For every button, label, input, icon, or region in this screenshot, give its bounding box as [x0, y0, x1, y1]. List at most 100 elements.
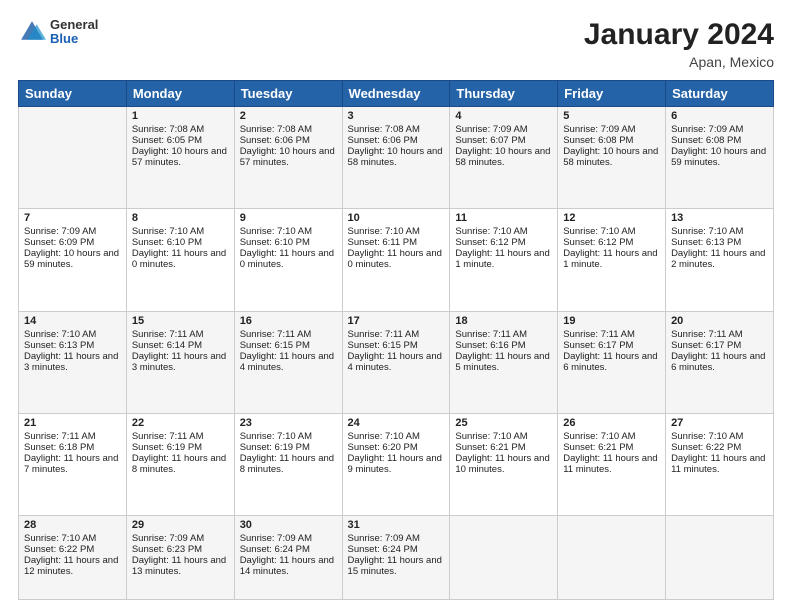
daylight-text: Daylight: 10 hours and 59 minutes.: [671, 146, 768, 168]
sunrise-text: Sunrise: 7:08 AM: [240, 124, 337, 135]
daylight-text: Daylight: 11 hours and 3 minutes.: [24, 351, 121, 373]
sunrise-text: Sunrise: 7:11 AM: [132, 329, 229, 340]
sunrise-text: Sunrise: 7:11 AM: [24, 431, 121, 442]
daylight-text: Daylight: 11 hours and 9 minutes.: [348, 453, 445, 475]
day-number: 16: [240, 315, 337, 327]
day-cell: 8Sunrise: 7:10 AMSunset: 6:10 PMDaylight…: [126, 209, 234, 311]
day-number: 3: [348, 110, 445, 122]
logo-text: General Blue: [50, 18, 98, 47]
col-header-tuesday: Tuesday: [234, 81, 342, 107]
day-cell: 2Sunrise: 7:08 AMSunset: 6:06 PMDaylight…: [234, 107, 342, 209]
day-cell: 3Sunrise: 7:08 AMSunset: 6:06 PMDaylight…: [342, 107, 450, 209]
sunset-text: Sunset: 6:07 PM: [455, 135, 552, 146]
sunset-text: Sunset: 6:09 PM: [24, 237, 121, 248]
sunrise-text: Sunrise: 7:09 AM: [132, 533, 229, 544]
header: General Blue January 2024 Apan, Mexico: [18, 18, 774, 70]
sunset-text: Sunset: 6:12 PM: [563, 237, 660, 248]
day-number: 18: [455, 315, 552, 327]
sunrise-text: Sunrise: 7:10 AM: [24, 533, 121, 544]
day-cell: [558, 516, 666, 600]
day-cell: 20Sunrise: 7:11 AMSunset: 6:17 PMDayligh…: [666, 311, 774, 413]
daylight-text: Daylight: 11 hours and 10 minutes.: [455, 453, 552, 475]
sunrise-text: Sunrise: 7:10 AM: [671, 431, 768, 442]
daylight-text: Daylight: 11 hours and 11 minutes.: [563, 453, 660, 475]
sunset-text: Sunset: 6:20 PM: [348, 442, 445, 453]
day-number: 9: [240, 212, 337, 224]
daylight-text: Daylight: 11 hours and 4 minutes.: [240, 351, 337, 373]
sunrise-text: Sunrise: 7:10 AM: [240, 226, 337, 237]
day-cell: 18Sunrise: 7:11 AMSunset: 6:16 PMDayligh…: [450, 311, 558, 413]
day-cell: 24Sunrise: 7:10 AMSunset: 6:20 PMDayligh…: [342, 413, 450, 515]
day-cell: 16Sunrise: 7:11 AMSunset: 6:15 PMDayligh…: [234, 311, 342, 413]
daylight-text: Daylight: 11 hours and 5 minutes.: [455, 351, 552, 373]
sunset-text: Sunset: 6:19 PM: [240, 442, 337, 453]
col-header-thursday: Thursday: [450, 81, 558, 107]
day-cell: 30Sunrise: 7:09 AMSunset: 6:24 PMDayligh…: [234, 516, 342, 600]
sunrise-text: Sunrise: 7:11 AM: [132, 431, 229, 442]
sunrise-text: Sunrise: 7:10 AM: [455, 431, 552, 442]
daylight-text: Daylight: 11 hours and 1 minute.: [563, 248, 660, 270]
day-cell: 15Sunrise: 7:11 AMSunset: 6:14 PMDayligh…: [126, 311, 234, 413]
sunset-text: Sunset: 6:13 PM: [24, 340, 121, 351]
day-number: 15: [132, 315, 229, 327]
col-header-sunday: Sunday: [19, 81, 127, 107]
sunset-text: Sunset: 6:06 PM: [240, 135, 337, 146]
day-number: 20: [671, 315, 768, 327]
day-cell: 10Sunrise: 7:10 AMSunset: 6:11 PMDayligh…: [342, 209, 450, 311]
day-cell: 5Sunrise: 7:09 AMSunset: 6:08 PMDaylight…: [558, 107, 666, 209]
week-row-4: 21Sunrise: 7:11 AMSunset: 6:18 PMDayligh…: [19, 413, 774, 515]
sunrise-text: Sunrise: 7:10 AM: [563, 226, 660, 237]
day-cell: 11Sunrise: 7:10 AMSunset: 6:12 PMDayligh…: [450, 209, 558, 311]
day-number: 28: [24, 519, 121, 531]
day-cell: 22Sunrise: 7:11 AMSunset: 6:19 PMDayligh…: [126, 413, 234, 515]
day-cell: 19Sunrise: 7:11 AMSunset: 6:17 PMDayligh…: [558, 311, 666, 413]
sunset-text: Sunset: 6:06 PM: [348, 135, 445, 146]
day-cell: 9Sunrise: 7:10 AMSunset: 6:10 PMDaylight…: [234, 209, 342, 311]
day-number: 17: [348, 315, 445, 327]
day-number: 2: [240, 110, 337, 122]
day-cell: 31Sunrise: 7:09 AMSunset: 6:24 PMDayligh…: [342, 516, 450, 600]
daylight-text: Daylight: 11 hours and 4 minutes.: [348, 351, 445, 373]
col-header-friday: Friday: [558, 81, 666, 107]
day-number: 14: [24, 315, 121, 327]
week-row-3: 14Sunrise: 7:10 AMSunset: 6:13 PMDayligh…: [19, 311, 774, 413]
day-cell: 12Sunrise: 7:10 AMSunset: 6:12 PMDayligh…: [558, 209, 666, 311]
daylight-text: Daylight: 10 hours and 59 minutes.: [24, 248, 121, 270]
day-cell: 7Sunrise: 7:09 AMSunset: 6:09 PMDaylight…: [19, 209, 127, 311]
sunrise-text: Sunrise: 7:09 AM: [563, 124, 660, 135]
day-cell: 17Sunrise: 7:11 AMSunset: 6:15 PMDayligh…: [342, 311, 450, 413]
week-row-1: 1Sunrise: 7:08 AMSunset: 6:05 PMDaylight…: [19, 107, 774, 209]
daylight-text: Daylight: 11 hours and 8 minutes.: [240, 453, 337, 475]
calendar-table: SundayMondayTuesdayWednesdayThursdayFrid…: [18, 80, 774, 600]
day-cell: 4Sunrise: 7:09 AMSunset: 6:07 PMDaylight…: [450, 107, 558, 209]
day-number: 22: [132, 417, 229, 429]
day-number: 7: [24, 212, 121, 224]
sunset-text: Sunset: 6:08 PM: [563, 135, 660, 146]
day-number: 10: [348, 212, 445, 224]
sunset-text: Sunset: 6:21 PM: [563, 442, 660, 453]
day-number: 29: [132, 519, 229, 531]
day-cell: [19, 107, 127, 209]
day-cell: 23Sunrise: 7:10 AMSunset: 6:19 PMDayligh…: [234, 413, 342, 515]
col-header-saturday: Saturday: [666, 81, 774, 107]
daylight-text: Daylight: 11 hours and 15 minutes.: [348, 555, 445, 577]
daylight-text: Daylight: 11 hours and 7 minutes.: [24, 453, 121, 475]
day-number: 11: [455, 212, 552, 224]
sunset-text: Sunset: 6:22 PM: [671, 442, 768, 453]
week-row-2: 7Sunrise: 7:09 AMSunset: 6:09 PMDaylight…: [19, 209, 774, 311]
page-subtitle: Apan, Mexico: [584, 54, 774, 70]
sunrise-text: Sunrise: 7:09 AM: [455, 124, 552, 135]
day-cell: 29Sunrise: 7:09 AMSunset: 6:23 PMDayligh…: [126, 516, 234, 600]
sunrise-text: Sunrise: 7:09 AM: [671, 124, 768, 135]
day-cell: 1Sunrise: 7:08 AMSunset: 6:05 PMDaylight…: [126, 107, 234, 209]
day-cell: [450, 516, 558, 600]
sunset-text: Sunset: 6:10 PM: [132, 237, 229, 248]
sunset-text: Sunset: 6:05 PM: [132, 135, 229, 146]
sunset-text: Sunset: 6:14 PM: [132, 340, 229, 351]
sunset-text: Sunset: 6:11 PM: [348, 237, 445, 248]
day-number: 31: [348, 519, 445, 531]
day-cell: 14Sunrise: 7:10 AMSunset: 6:13 PMDayligh…: [19, 311, 127, 413]
sunset-text: Sunset: 6:16 PM: [455, 340, 552, 351]
logo-blue: Blue: [50, 32, 98, 46]
sunset-text: Sunset: 6:15 PM: [240, 340, 337, 351]
